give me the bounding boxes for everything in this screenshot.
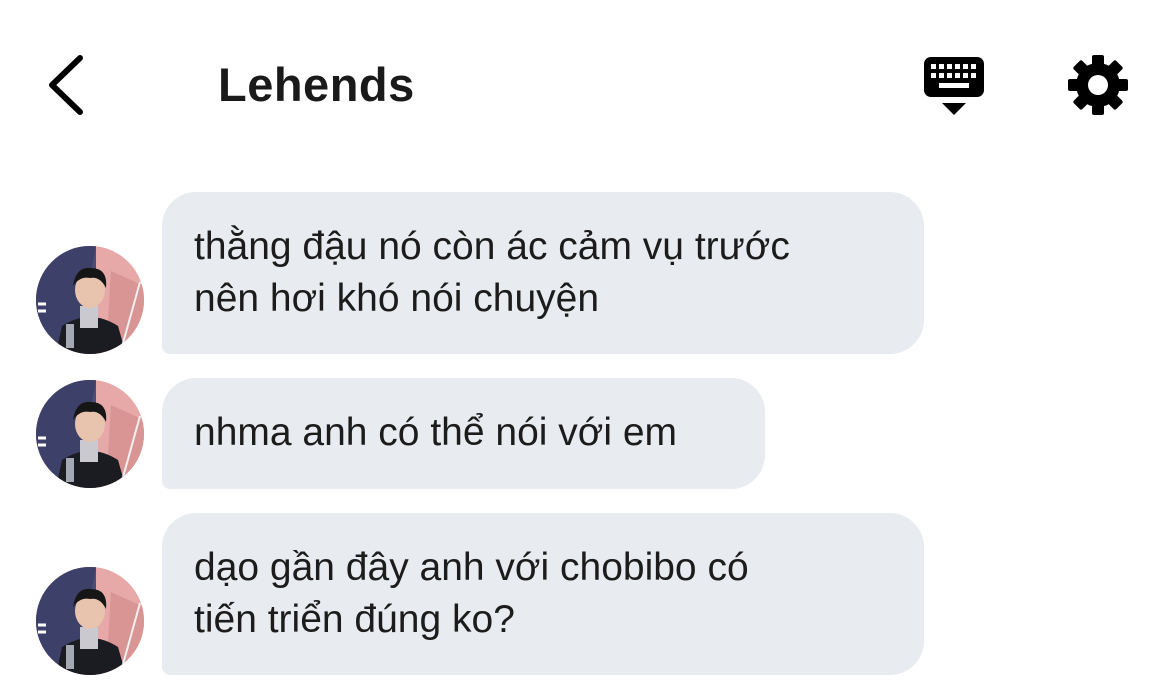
message-text-line: dạo gần đây anh với chobibo có: [194, 546, 749, 589]
avatar[interactable]: [36, 246, 144, 354]
settings-button[interactable]: [1066, 53, 1130, 117]
chat-title: Lehends: [218, 58, 415, 111]
message-text-line: thằng đậu nó còn ác cảm vụ trước: [194, 225, 790, 268]
message-row: nhma anh có thể nói với em: [0, 378, 1170, 489]
avatar-photo: [36, 246, 144, 354]
message-bubble[interactable]: dạo gần đây anh với chobibo có tiến triể…: [162, 513, 924, 675]
keyboard-button[interactable]: [918, 52, 990, 118]
message-bubble[interactable]: thằng đậu nó còn ác cảm vụ trước nên hơi…: [162, 192, 924, 354]
chat-header: Lehends: [0, 0, 1170, 160]
message-bubble[interactable]: nhma anh có thể nói với em: [162, 378, 765, 489]
keyboard-icon: [924, 57, 984, 115]
avatar-photo: [36, 380, 144, 488]
message-text-line: nhma anh có thể nói với em: [194, 411, 678, 454]
avatar[interactable]: [36, 567, 144, 675]
back-button[interactable]: [36, 50, 96, 120]
message-text-line: tiến triển đúng ko?: [194, 598, 515, 641]
chevron-left-icon: [49, 55, 83, 115]
gear-icon: [1068, 55, 1128, 115]
message-text-line: nên hơi khó nói chuyện: [194, 277, 600, 320]
chat-screen: Lehends thằng đậu nó còn ác cảm vụ trước…: [0, 0, 1170, 687]
avatar[interactable]: [36, 380, 144, 488]
message-row: dạo gần đây anh với chobibo có tiến triể…: [0, 513, 1170, 675]
message-row: thằng đậu nó còn ác cảm vụ trước nên hơi…: [0, 192, 1170, 354]
avatar-photo: [36, 567, 144, 675]
